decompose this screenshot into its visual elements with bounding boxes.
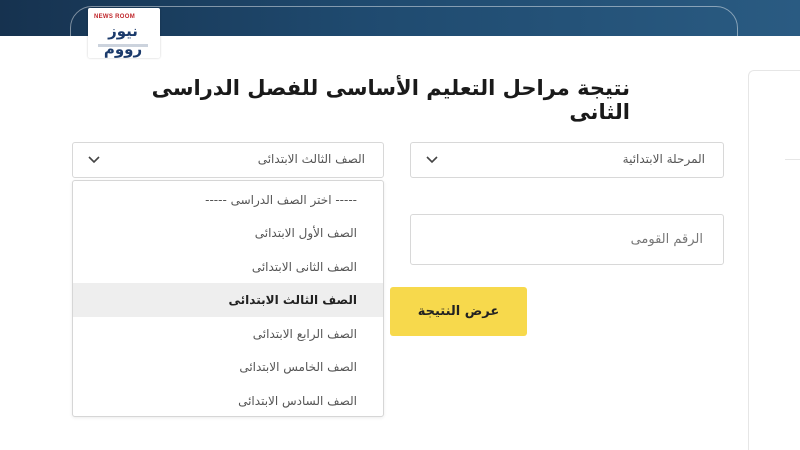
page-title: نتيجة مراحل التعليم الأساسى للفصل الدراس… [151, 76, 630, 124]
show-result-button[interactable]: عرض النتيجة [390, 287, 527, 336]
stage-select-value: المرحلة الابتدائية [622, 152, 705, 166]
grade-select[interactable]: الصف الثالث الابتدائى [72, 142, 384, 178]
grade-option-5[interactable]: الصف الخامس الابتدائى [73, 350, 383, 384]
logo-main-text: نيوز رووم [103, 22, 143, 58]
stage-select[interactable]: المرحلة الابتدائية [410, 142, 724, 178]
national-id-placeholder: الرقم القومى [630, 232, 703, 247]
grade-option-2[interactable]: الصف الثانى الابتدائى [73, 250, 383, 284]
banner-decoration [70, 6, 738, 66]
logo-underline [98, 44, 148, 47]
grade-dropdown-list: ----- اختر الصف الدراسى ----- الصف الأول… [72, 180, 384, 417]
grade-option-1[interactable]: الصف الأول الابتدائى [73, 216, 383, 250]
grade-option-4[interactable]: الصف الرابع الابتدائى [73, 317, 383, 351]
side-panel [748, 70, 800, 450]
logo-small-text: NEWS ROOM [94, 14, 136, 20]
grade-select-value: الصف الثالث الابتدائى [257, 152, 365, 166]
chevron-down-icon [88, 156, 100, 164]
side-panel-divider [785, 159, 800, 160]
chevron-down-icon [426, 156, 438, 164]
site-logo[interactable]: NEWS ROOM نيوز رووم [88, 8, 160, 58]
grade-option-3-highlighted[interactable]: الصف الثالث الابتدائى [73, 283, 383, 317]
grade-option-6[interactable]: الصف السادس الابتدائى [73, 384, 383, 418]
grade-option-placeholder[interactable]: ----- اختر الصف الدراسى ----- [73, 183, 383, 217]
national-id-field[interactable]: الرقم القومى [410, 214, 724, 265]
